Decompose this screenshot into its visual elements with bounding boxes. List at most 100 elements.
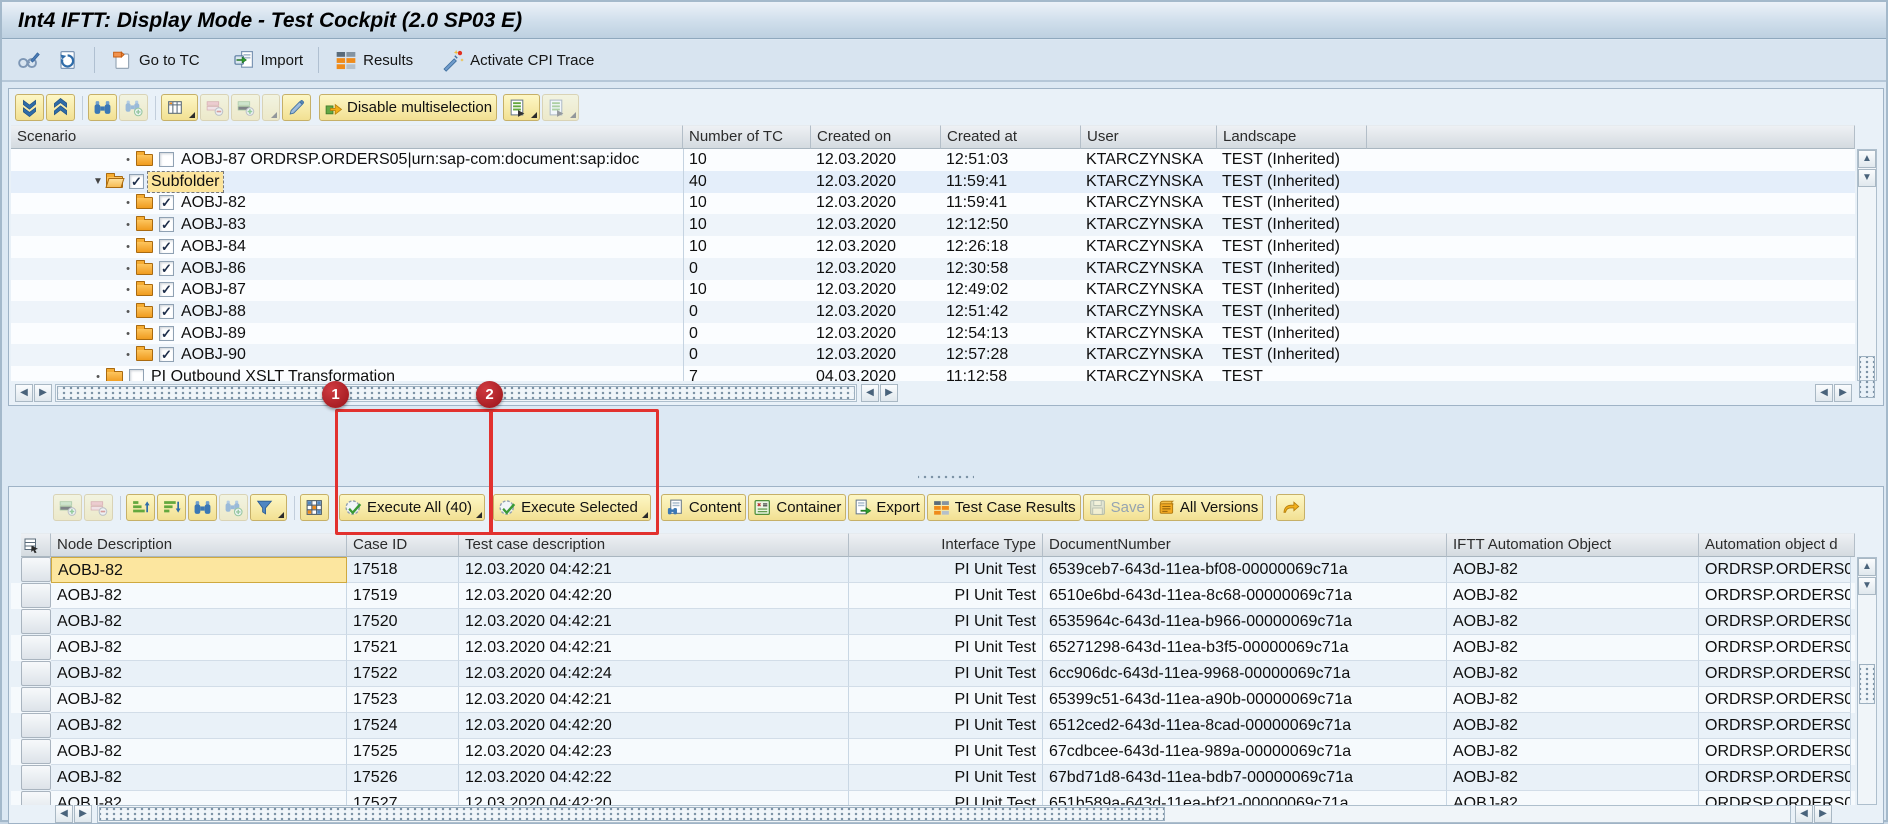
grid-cell-iftt_object[interactable]: AOBJ-82 <box>1447 583 1699 609</box>
tree-scroll-left-button[interactable]: ◀ <box>15 384 33 402</box>
grid-cell-iftt_object[interactable]: AOBJ-82 <box>1447 609 1699 635</box>
tree-hscroll-thumb[interactable] <box>57 386 855 400</box>
container-button[interactable]: Container <box>748 494 846 521</box>
grid-cell-description[interactable]: 12.03.2020 04:42:24 <box>459 661 849 687</box>
table-row[interactable]: AOBJ-821751812.03.2020 04:42:21PI Unit T… <box>11 557 1855 583</box>
grid-cell-document_number[interactable]: 65271298-643d-11ea-b3f5-00000069c71a <box>1043 635 1447 661</box>
tree-row[interactable]: •AOBJ-89012.03.202012:54:13KTARCZYNSKATE… <box>11 323 1855 345</box>
node-label[interactable]: AOBJ-82 <box>178 192 249 214</box>
tree-scroll-up-button[interactable]: ▲ <box>1858 150 1876 168</box>
grid-cell-iftt_object[interactable]: AOBJ-82 <box>1447 687 1699 713</box>
tree-row[interactable]: •AOBJ-86012.03.202012:30:58KTARCZYNSKATE… <box>11 258 1855 280</box>
grid-cell-document_number[interactable]: 6535964c-643d-11ea-b966-00000069c71a <box>1043 609 1447 635</box>
grid-cell-description[interactable]: 12.03.2020 04:42:23 <box>459 739 849 765</box>
col-node-description[interactable]: Node Description <box>51 533 347 557</box>
tree-row[interactable]: ▼Subfolder4012.03.202011:59:41KTARCZYNSK… <box>11 171 1855 193</box>
grid-cell-interface_type[interactable]: PI Unit Test <box>849 739 1043 765</box>
grid-cell-node[interactable]: AOBJ-82 <box>51 791 347 805</box>
grid-cell-iftt_object[interactable]: AOBJ-82 <box>1447 739 1699 765</box>
node-label[interactable]: AOBJ-90 <box>178 344 249 366</box>
node-checkbox[interactable] <box>159 217 174 232</box>
grid-hscroll-thumb[interactable] <box>99 807 1165 821</box>
grid-cell-node[interactable]: AOBJ-82 <box>51 557 347 583</box>
node-checkbox[interactable] <box>159 239 174 254</box>
table-row[interactable]: AOBJ-821752312.03.2020 04:42:21PI Unit T… <box>11 687 1855 713</box>
disable-multiselection-button[interactable]: Disable multiselection <box>319 94 497 121</box>
sort-descending-button[interactable] <box>157 494 186 521</box>
tree-vscroll-thumb[interactable] <box>1859 356 1875 398</box>
table-row[interactable]: AOBJ-821752612.03.2020 04:42:22PI Unit T… <box>11 765 1855 791</box>
results-button[interactable]: Results <box>327 45 420 75</box>
table-row[interactable]: AOBJ-821752012.03.2020 04:42:21PI Unit T… <box>11 609 1855 635</box>
save-button[interactable]: Save <box>1083 494 1150 521</box>
grid-cell-automation_object[interactable]: ORDRSP.ORDERS05 <box>1699 791 1851 805</box>
expand-all-button[interactable] <box>15 94 44 121</box>
grid-cell-case_id[interactable]: 17527 <box>347 791 459 805</box>
row-select-button[interactable] <box>21 739 51 764</box>
grid-cell-automation_object[interactable]: ORDRSP.ORDERS05 <box>1699 609 1851 635</box>
content-button[interactable]: Content <box>661 494 747 521</box>
tree-row[interactable]: •AOBJ-841012.03.202012:26:18KTARCZYNSKAT… <box>11 236 1855 258</box>
grid-cell-case_id[interactable]: 17521 <box>347 635 459 661</box>
grid-cell-case_id[interactable]: 17523 <box>347 687 459 713</box>
node-checkbox[interactable] <box>159 304 174 319</box>
grid-cell-node[interactable]: AOBJ-82 <box>51 635 347 661</box>
grid-scroll-down-button[interactable]: ▼ <box>1858 577 1876 595</box>
tree-row[interactable]: •AOBJ-88012.03.202012:51:42KTARCZYNSKATE… <box>11 301 1855 323</box>
col-interface-type[interactable]: Interface Type <box>849 533 1043 557</box>
layout-grid-button[interactable] <box>300 494 329 521</box>
grid-cell-iftt_object[interactable]: AOBJ-82 <box>1447 791 1699 805</box>
grid-cell-iftt_object[interactable]: AOBJ-82 <box>1447 765 1699 791</box>
grid-scroll-right-button-2[interactable]: ▶ <box>1814 805 1832 823</box>
edit-button[interactable] <box>282 94 311 121</box>
tree-row[interactable]: •AOBJ-90012.03.202012:57:28KTARCZYNSKATE… <box>11 344 1855 366</box>
tree-scroll-right-button[interactable]: ▶ <box>34 384 52 402</box>
grid-cell-document_number[interactable]: 6539ceb7-643d-11ea-bf08-00000069c71a <box>1043 557 1447 583</box>
grid-cell-automation_object[interactable]: ORDRSP.ORDERS05 <box>1699 661 1851 687</box>
grid-delete-row-button[interactable] <box>84 494 113 521</box>
tree-row[interactable]: •AOBJ-831012.03.202012:12:50KTARCZYNSKAT… <box>11 214 1855 236</box>
node-label[interactable]: AOBJ-87 ORDRSP.ORDERS05|urn:sap-com:docu… <box>178 149 642 171</box>
grid-cell-interface_type[interactable]: PI Unit Test <box>849 661 1043 687</box>
grid-cell-description[interactable]: 12.03.2020 04:42:21 <box>459 609 849 635</box>
tree-scroll-right-button-2[interactable]: ▶ <box>880 384 898 402</box>
grid-cell-case_id[interactable]: 17526 <box>347 765 459 791</box>
find-button[interactable] <box>88 94 117 121</box>
tree-row[interactable]: •AOBJ-87 ORDRSP.ORDERS05|urn:sap-com:doc… <box>11 149 1855 171</box>
export-button[interactable]: Export <box>848 494 924 521</box>
find-next-button[interactable] <box>119 94 148 121</box>
grid-scroll-right-button[interactable]: ▶ <box>74 805 92 823</box>
grid-cell-document_number[interactable]: 651b589a-643d-11ea-bf21-00000069c71a <box>1043 791 1447 805</box>
grid-scroll-up-button[interactable]: ▲ <box>1858 558 1876 576</box>
grid-vscrollbar[interactable]: ▲ ▼ <box>1857 557 1877 805</box>
tree-row[interactable]: •PI Outbound XSLT Transformation704.03.2… <box>11 366 1855 381</box>
table-row[interactable]: AOBJ-821752112.03.2020 04:42:21PI Unit T… <box>11 635 1855 661</box>
grid-cell-node[interactable]: AOBJ-82 <box>51 713 347 739</box>
col-case-id[interactable]: Case ID <box>347 533 459 557</box>
goto-tc-button[interactable]: Go to TC <box>103 45 207 75</box>
grid-cell-case_id[interactable]: 17525 <box>347 739 459 765</box>
row-select-button[interactable] <box>21 713 51 738</box>
grid-cell-node[interactable]: AOBJ-82 <box>51 765 347 791</box>
grid-cell-interface_type[interactable]: PI Unit Test <box>849 557 1043 583</box>
grid-cell-document_number[interactable]: 6510e6bd-643d-11ea-8c68-00000069c71a <box>1043 583 1447 609</box>
grid-cell-interface_type[interactable]: PI Unit Test <box>849 791 1043 805</box>
node-label[interactable]: AOBJ-88 <box>178 301 249 323</box>
table-row[interactable]: AOBJ-821752712.03.2020 04:42:20PI Unit T… <box>11 791 1855 805</box>
grid-cell-case_id[interactable]: 17519 <box>347 583 459 609</box>
tree-row[interactable]: •AOBJ-871012.03.202012:49:02KTARCZYNSKAT… <box>11 279 1855 301</box>
node-checkbox[interactable] <box>159 152 174 167</box>
grid-cell-interface_type[interactable]: PI Unit Test <box>849 583 1043 609</box>
view-layout-button[interactable] <box>503 94 540 121</box>
grid-cell-node[interactable]: AOBJ-82 <box>51 583 347 609</box>
grid-cell-iftt_object[interactable]: AOBJ-82 <box>1447 713 1699 739</box>
tree-hscrollbar[interactable] <box>55 384 857 402</box>
grid-find-next-button[interactable] <box>219 494 248 521</box>
panel-splitter[interactable] <box>918 474 974 480</box>
view-layout-alt-button[interactable] <box>542 94 579 121</box>
grid-cell-case_id[interactable]: 17520 <box>347 609 459 635</box>
node-checkbox[interactable] <box>159 347 174 362</box>
grid-cell-case_id[interactable]: 17522 <box>347 661 459 687</box>
tree-scroll-right-button-3[interactable]: ▶ <box>1834 384 1852 402</box>
table-row[interactable]: AOBJ-821751912.03.2020 04:42:20PI Unit T… <box>11 583 1855 609</box>
